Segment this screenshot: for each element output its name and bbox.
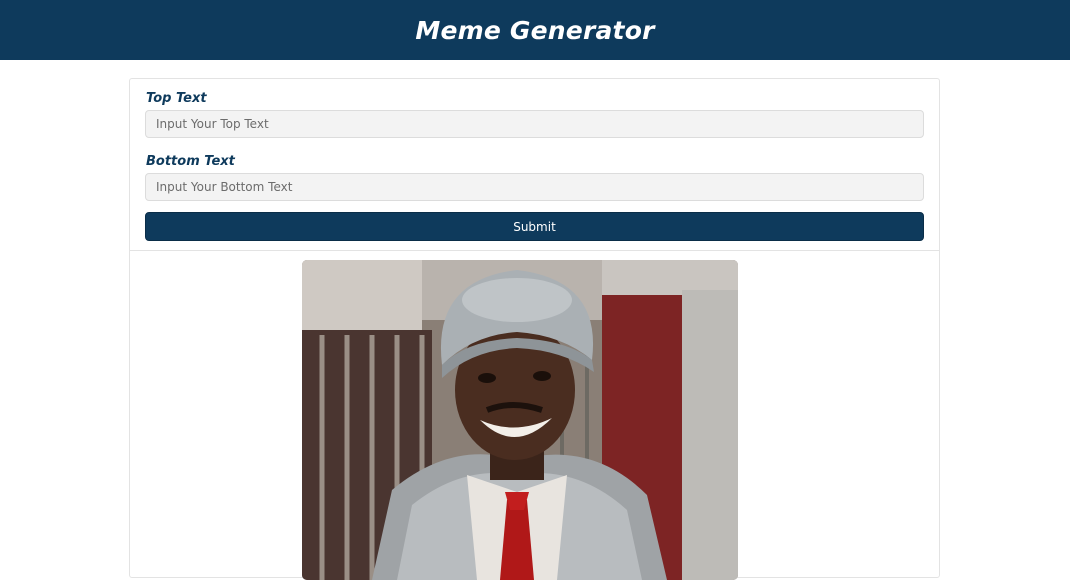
meme-preview	[302, 260, 738, 580]
meme-image	[302, 260, 738, 580]
top-text-input[interactable]	[145, 110, 924, 138]
page-title: Meme Generator	[415, 15, 655, 45]
bottom-text-input[interactable]	[145, 173, 924, 201]
top-text-label: Top Text	[146, 91, 207, 106]
app-header: Meme Generator	[0, 0, 1070, 60]
submit-button[interactable]: Submit	[145, 212, 924, 241]
meme-form: Top Text Bottom Text Submit	[130, 79, 939, 251]
meme-card: Top Text Bottom Text Submit	[129, 78, 940, 580]
bottom-text-label: Bottom Text	[146, 154, 235, 169]
